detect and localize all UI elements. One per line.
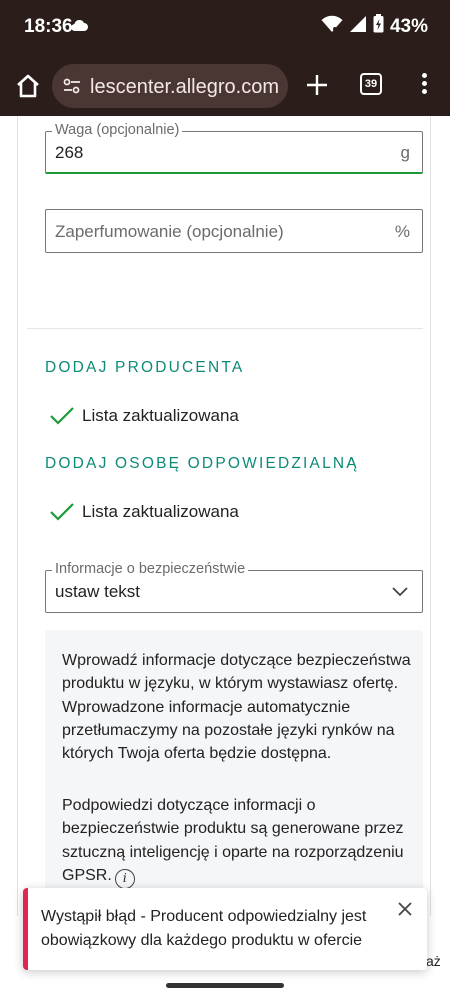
responsible-list-status: Lista zaktualizowana [50,502,239,522]
add-producer-heading[interactable]: DODAJ PRODUCENTA [45,359,244,377]
info-icon[interactable]: i [114,868,135,889]
address-bar[interactable]: lescenter.allegro.com [52,64,288,108]
perfume-placeholder[interactable]: Zaperfumowanie (opcjonalnie) [55,222,284,242]
info-paragraph-2: Podpowiedzi dotyczące informacji o bezpi… [62,794,412,889]
cut-off-text: aż [426,953,441,969]
browser-toolbar: lescenter.allegro.com 39 [0,56,450,116]
error-toast: Wystąpił błąd - Producent odpowiedzialny… [23,888,427,970]
weight-label: Waga (opcjonalnie) [52,122,183,138]
cloud-icon [70,18,88,37]
battery-icon [373,14,384,39]
chevron-down-icon[interactable] [392,584,408,602]
info-paragraph-1: Wprowadź informacje dotyczące bezpieczeń… [62,652,411,763]
safety-info-select[interactable]: Informacje o bezpieczeństwie ustaw tekst [45,561,423,613]
error-message: Wystąpił błąd - Producent odpowiedzialny… [41,908,367,949]
signal-icon [349,15,367,39]
status-time: 18:36 [24,16,73,37]
more-menu-icon[interactable] [414,70,434,102]
safety-info-selected[interactable]: ustaw tekst [55,582,140,602]
checkmark-icon [50,407,74,425]
weight-unit: g [400,143,410,162]
tab-switcher-button[interactable]: 39 [360,73,382,95]
plus-icon [307,75,327,95]
error-accent-bar [23,888,28,970]
battery-percent: 43% [389,15,428,37]
perfume-input[interactable]: Zaperfumowanie (opcjonalnie) % [45,209,423,253]
weight-value[interactable]: 268 [55,143,83,163]
producer-status-text: Lista zaktualizowana [82,406,239,425]
site-settings-icon[interactable] [62,76,82,101]
safety-info-label: Informacje o bezpieczeństwie [52,561,249,577]
status-bar: 18:36 43% [0,0,450,56]
close-icon[interactable] [397,901,413,922]
new-tab-button[interactable] [300,68,334,102]
gesture-nav-handle[interactable] [166,983,284,988]
home-button[interactable] [12,70,44,102]
url-text[interactable]: lescenter.allegro.com [90,76,279,99]
checkmark-icon [50,503,74,521]
home-icon [17,74,39,98]
safety-info-box: Wprowadź informacje dotyczące bezpieczeń… [45,630,423,920]
status-indicators: 43% [321,14,428,39]
producer-list-status: Lista zaktualizowana [50,406,239,426]
perfume-unit: % [394,222,410,241]
weight-input[interactable]: Waga (opcjonalnie) 268 g [45,122,423,174]
add-responsible-person-heading[interactable]: DODAJ OSOBĘ ODPOWIEDZIALNĄ [45,455,359,473]
wifi-icon [321,15,343,39]
section-divider [27,328,423,329]
responsible-status-text: Lista zaktualizowana [82,502,239,521]
info-paragraph-2-text: Podpowiedzi dotyczące informacji o bezpi… [62,797,404,884]
